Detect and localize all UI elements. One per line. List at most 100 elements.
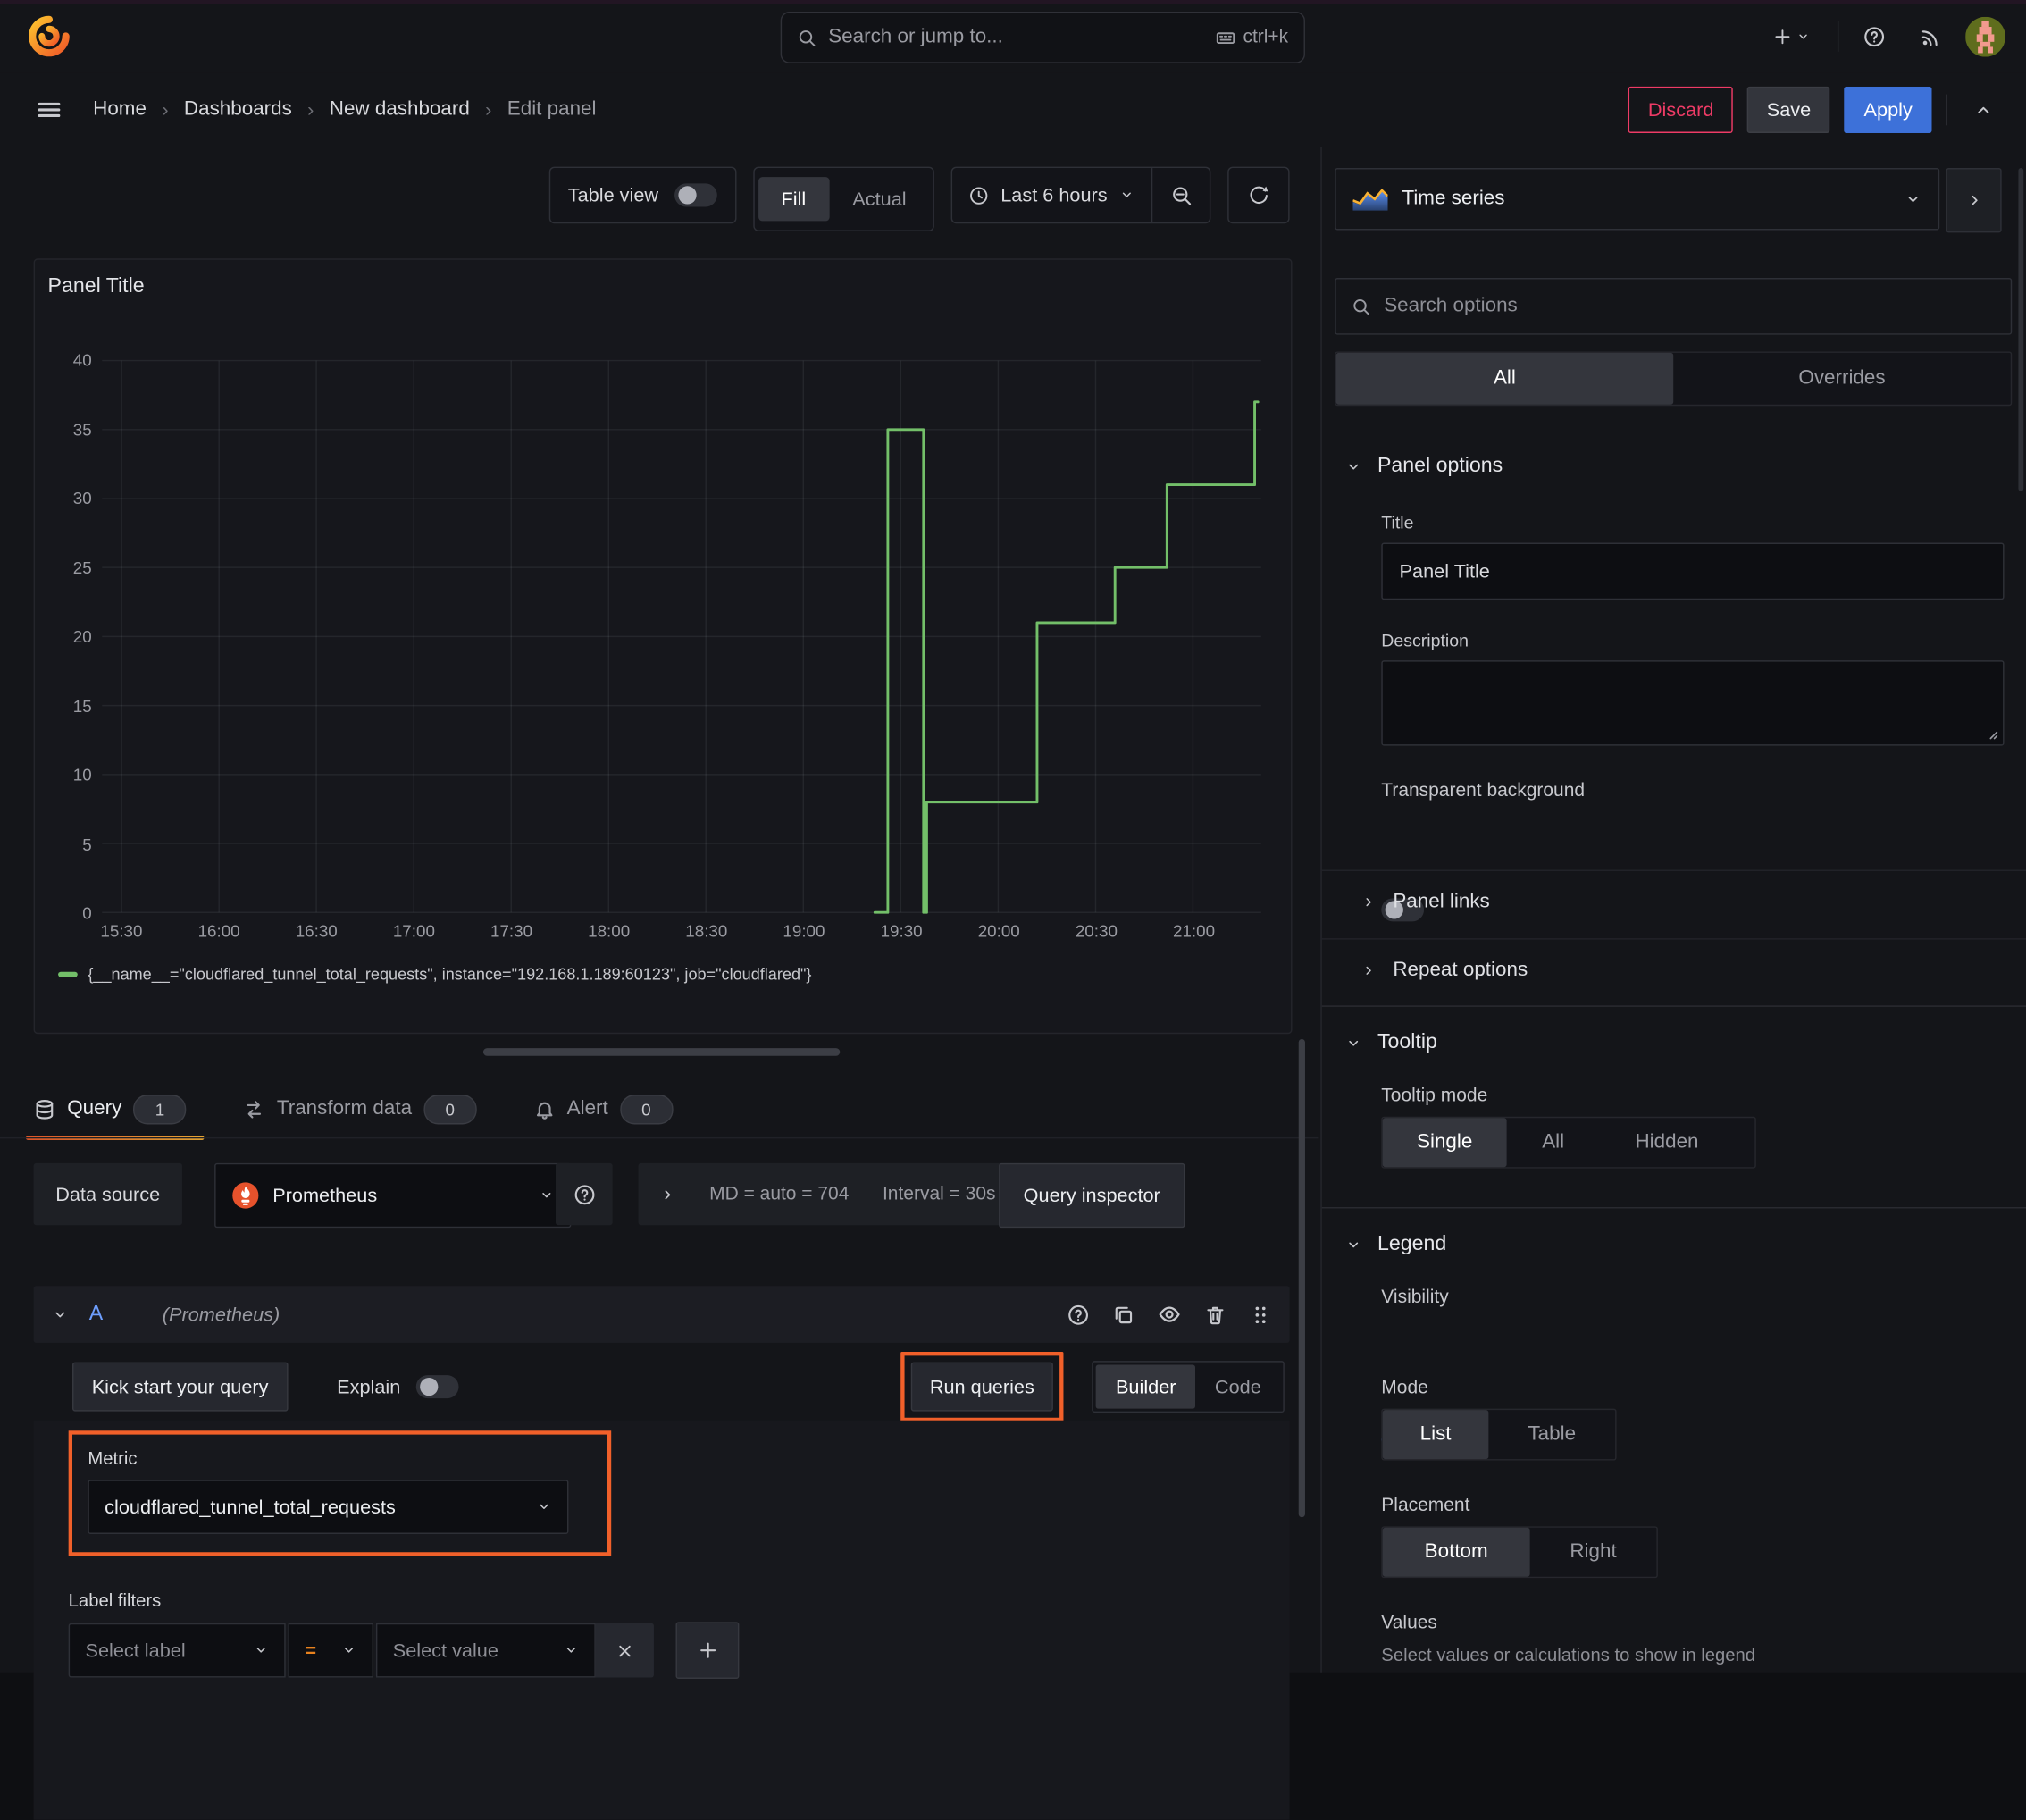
help-button[interactable] — [1852, 14, 1896, 58]
breadcrumb-new-dashboard[interactable]: New dashboard — [330, 98, 470, 122]
datasource-name: Prometheus — [272, 1184, 378, 1207]
pane-resize-handle[interactable] — [482, 1048, 841, 1056]
tooltip-hidden-option[interactable]: Hidden — [1600, 1118, 1734, 1167]
search-icon — [797, 28, 816, 47]
help-circle-icon[interactable] — [1067, 1304, 1090, 1326]
placement-bottom-option[interactable]: Bottom — [1382, 1527, 1530, 1577]
global-search-input[interactable]: Search or jump to... ctrl+k — [780, 12, 1305, 63]
search-icon — [1352, 297, 1371, 316]
refresh-button[interactable] — [1227, 166, 1290, 224]
time-range-picker[interactable]: Last 6 hours — [953, 168, 1151, 222]
actual-option[interactable]: Actual — [829, 177, 929, 221]
explain-control: Explain — [337, 1375, 459, 1399]
repeat-options-header[interactable]: Repeat options — [1360, 959, 1528, 982]
delete-icon[interactable] — [1204, 1304, 1226, 1326]
filter-value-select[interactable]: Select value — [375, 1623, 596, 1678]
breadcrumb-separator: › — [162, 98, 169, 122]
zoom-out-button[interactable] — [1152, 168, 1210, 222]
sidebar-scrollbar[interactable] — [2018, 168, 2024, 491]
tooltip-mode-switch: Single All Hidden — [1381, 1116, 1756, 1169]
duplicate-icon[interactable] — [1112, 1304, 1134, 1326]
discard-button[interactable]: Discard — [1628, 86, 1734, 133]
zoom-out-icon — [1170, 184, 1193, 206]
legend-series-marker[interactable] — [58, 971, 78, 977]
run-queries-button[interactable]: Run queries — [910, 1362, 1054, 1412]
legend-visibility-label: Visibility — [1381, 1287, 1449, 1308]
editor-tabs: Query 1 Transform data 0 Alert 0 — [25, 1080, 674, 1140]
chevron-down-icon — [1345, 1035, 1362, 1052]
news-button[interactable] — [1908, 14, 1952, 58]
y-tick-label: 30 — [72, 488, 92, 508]
resize-handle-icon[interactable] — [1982, 724, 1999, 741]
menu-icon[interactable] — [37, 96, 63, 122]
fill-option[interactable]: Fill — [758, 177, 830, 222]
kick-start-button[interactable]: Kick start your query — [72, 1362, 289, 1412]
description-textarea[interactable] — [1381, 660, 2005, 746]
query-datasource-hint: (Prometheus) — [162, 1303, 280, 1326]
drag-handle-icon[interactable] — [1250, 1304, 1272, 1326]
metric-select[interactable]: cloudflared_tunnel_total_requests — [88, 1480, 569, 1534]
collapse-header-button[interactable] — [1962, 88, 2005, 131]
tooltip-single-option[interactable]: Single — [1382, 1118, 1507, 1168]
panel-options-header[interactable]: Panel options — [1345, 455, 1503, 478]
tab-transform-data[interactable]: Transform data 0 — [243, 1080, 477, 1137]
legend-mode-label: Mode — [1381, 1377, 1428, 1399]
options-search-input[interactable]: Search options — [1335, 277, 2013, 335]
filter-label-select[interactable]: Select label — [68, 1623, 286, 1678]
chart-plot-area[interactable] — [102, 359, 1261, 914]
legend-list-option[interactable]: List — [1382, 1410, 1489, 1460]
legend-header[interactable]: Legend — [1345, 1233, 1446, 1256]
tab-overrides[interactable]: Overrides — [1673, 353, 2011, 405]
search-shortcut: ctrl+k — [1216, 27, 1288, 48]
chevron-down-icon — [536, 1499, 551, 1514]
y-tick-label: 25 — [72, 558, 92, 577]
max-data-points-stat: MD = auto = 704 — [709, 1183, 850, 1205]
filter-operator-value: = — [305, 1639, 317, 1662]
x-tick-label: 19:00 — [783, 921, 825, 942]
legend-placement-label: Placement — [1381, 1495, 1470, 1516]
breadcrumb-dashboards[interactable]: Dashboards — [184, 98, 292, 122]
breadcrumb-home[interactable]: Home — [93, 98, 147, 122]
tab-all[interactable]: All — [1335, 352, 1674, 405]
x-tick-label: 20:00 — [977, 921, 1020, 942]
breadcrumb-separator: › — [485, 98, 492, 122]
filter-operator-select[interactable]: = — [288, 1623, 374, 1678]
save-button[interactable]: Save — [1747, 86, 1830, 133]
add-new-button[interactable] — [1757, 14, 1824, 58]
chevron-down-icon — [341, 1643, 356, 1658]
code-option[interactable]: Code — [1195, 1365, 1280, 1409]
grafana-logo-icon[interactable] — [26, 13, 72, 59]
datasource-help-button[interactable] — [555, 1162, 613, 1226]
panel-title[interactable]: Panel Title — [48, 275, 145, 298]
options-search-placeholder: Search options — [1384, 294, 1518, 317]
x-tick-label: 18:30 — [685, 921, 728, 942]
legend-table-option[interactable]: Table — [1488, 1410, 1615, 1459]
metric-label: Metric — [88, 1447, 138, 1469]
apply-button[interactable]: Apply — [1844, 86, 1932, 133]
left-pane-scrollbar[interactable] — [1298, 1038, 1305, 1518]
y-tick-label: 15 — [72, 695, 92, 716]
tab-alert[interactable]: Alert 0 — [533, 1080, 674, 1137]
placement-right-option[interactable]: Right — [1530, 1528, 1657, 1577]
user-avatar[interactable] — [1965, 16, 2005, 56]
visualization-picker[interactable]: Time series — [1335, 168, 1940, 231]
panel-title-input[interactable]: Panel Title — [1381, 542, 2005, 600]
table-view-toggle[interactable] — [674, 183, 717, 207]
hide-response-icon[interactable] — [1158, 1303, 1181, 1326]
query-inspector-button[interactable]: Query inspector — [999, 1162, 1185, 1229]
datasource-picker[interactable]: Prometheus — [214, 1162, 572, 1229]
chart-legend: {__name__="cloudflared_tunnel_total_requ… — [58, 966, 811, 984]
tooltip-header[interactable]: Tooltip — [1345, 1031, 1437, 1054]
legend-values-label: Values — [1381, 1613, 1437, 1634]
legend-series-label[interactable]: {__name__="cloudflared_tunnel_total_requ… — [88, 966, 811, 984]
explain-toggle[interactable] — [415, 1375, 459, 1399]
panel-links-header[interactable]: Panel links — [1360, 891, 1490, 914]
query-row-header[interactable]: A (Prometheus) — [33, 1286, 1290, 1343]
builder-option[interactable]: Builder — [1096, 1364, 1196, 1409]
add-filter-button[interactable] — [675, 1622, 740, 1680]
collapse-sidebar-button[interactable] — [1946, 168, 2002, 233]
tab-query[interactable]: Query 1 — [25, 1080, 205, 1140]
remove-filter-button[interactable] — [595, 1623, 654, 1678]
legend-placement-switch: Bottom Right — [1381, 1526, 1658, 1579]
tooltip-all-option[interactable]: All — [1507, 1118, 1600, 1167]
